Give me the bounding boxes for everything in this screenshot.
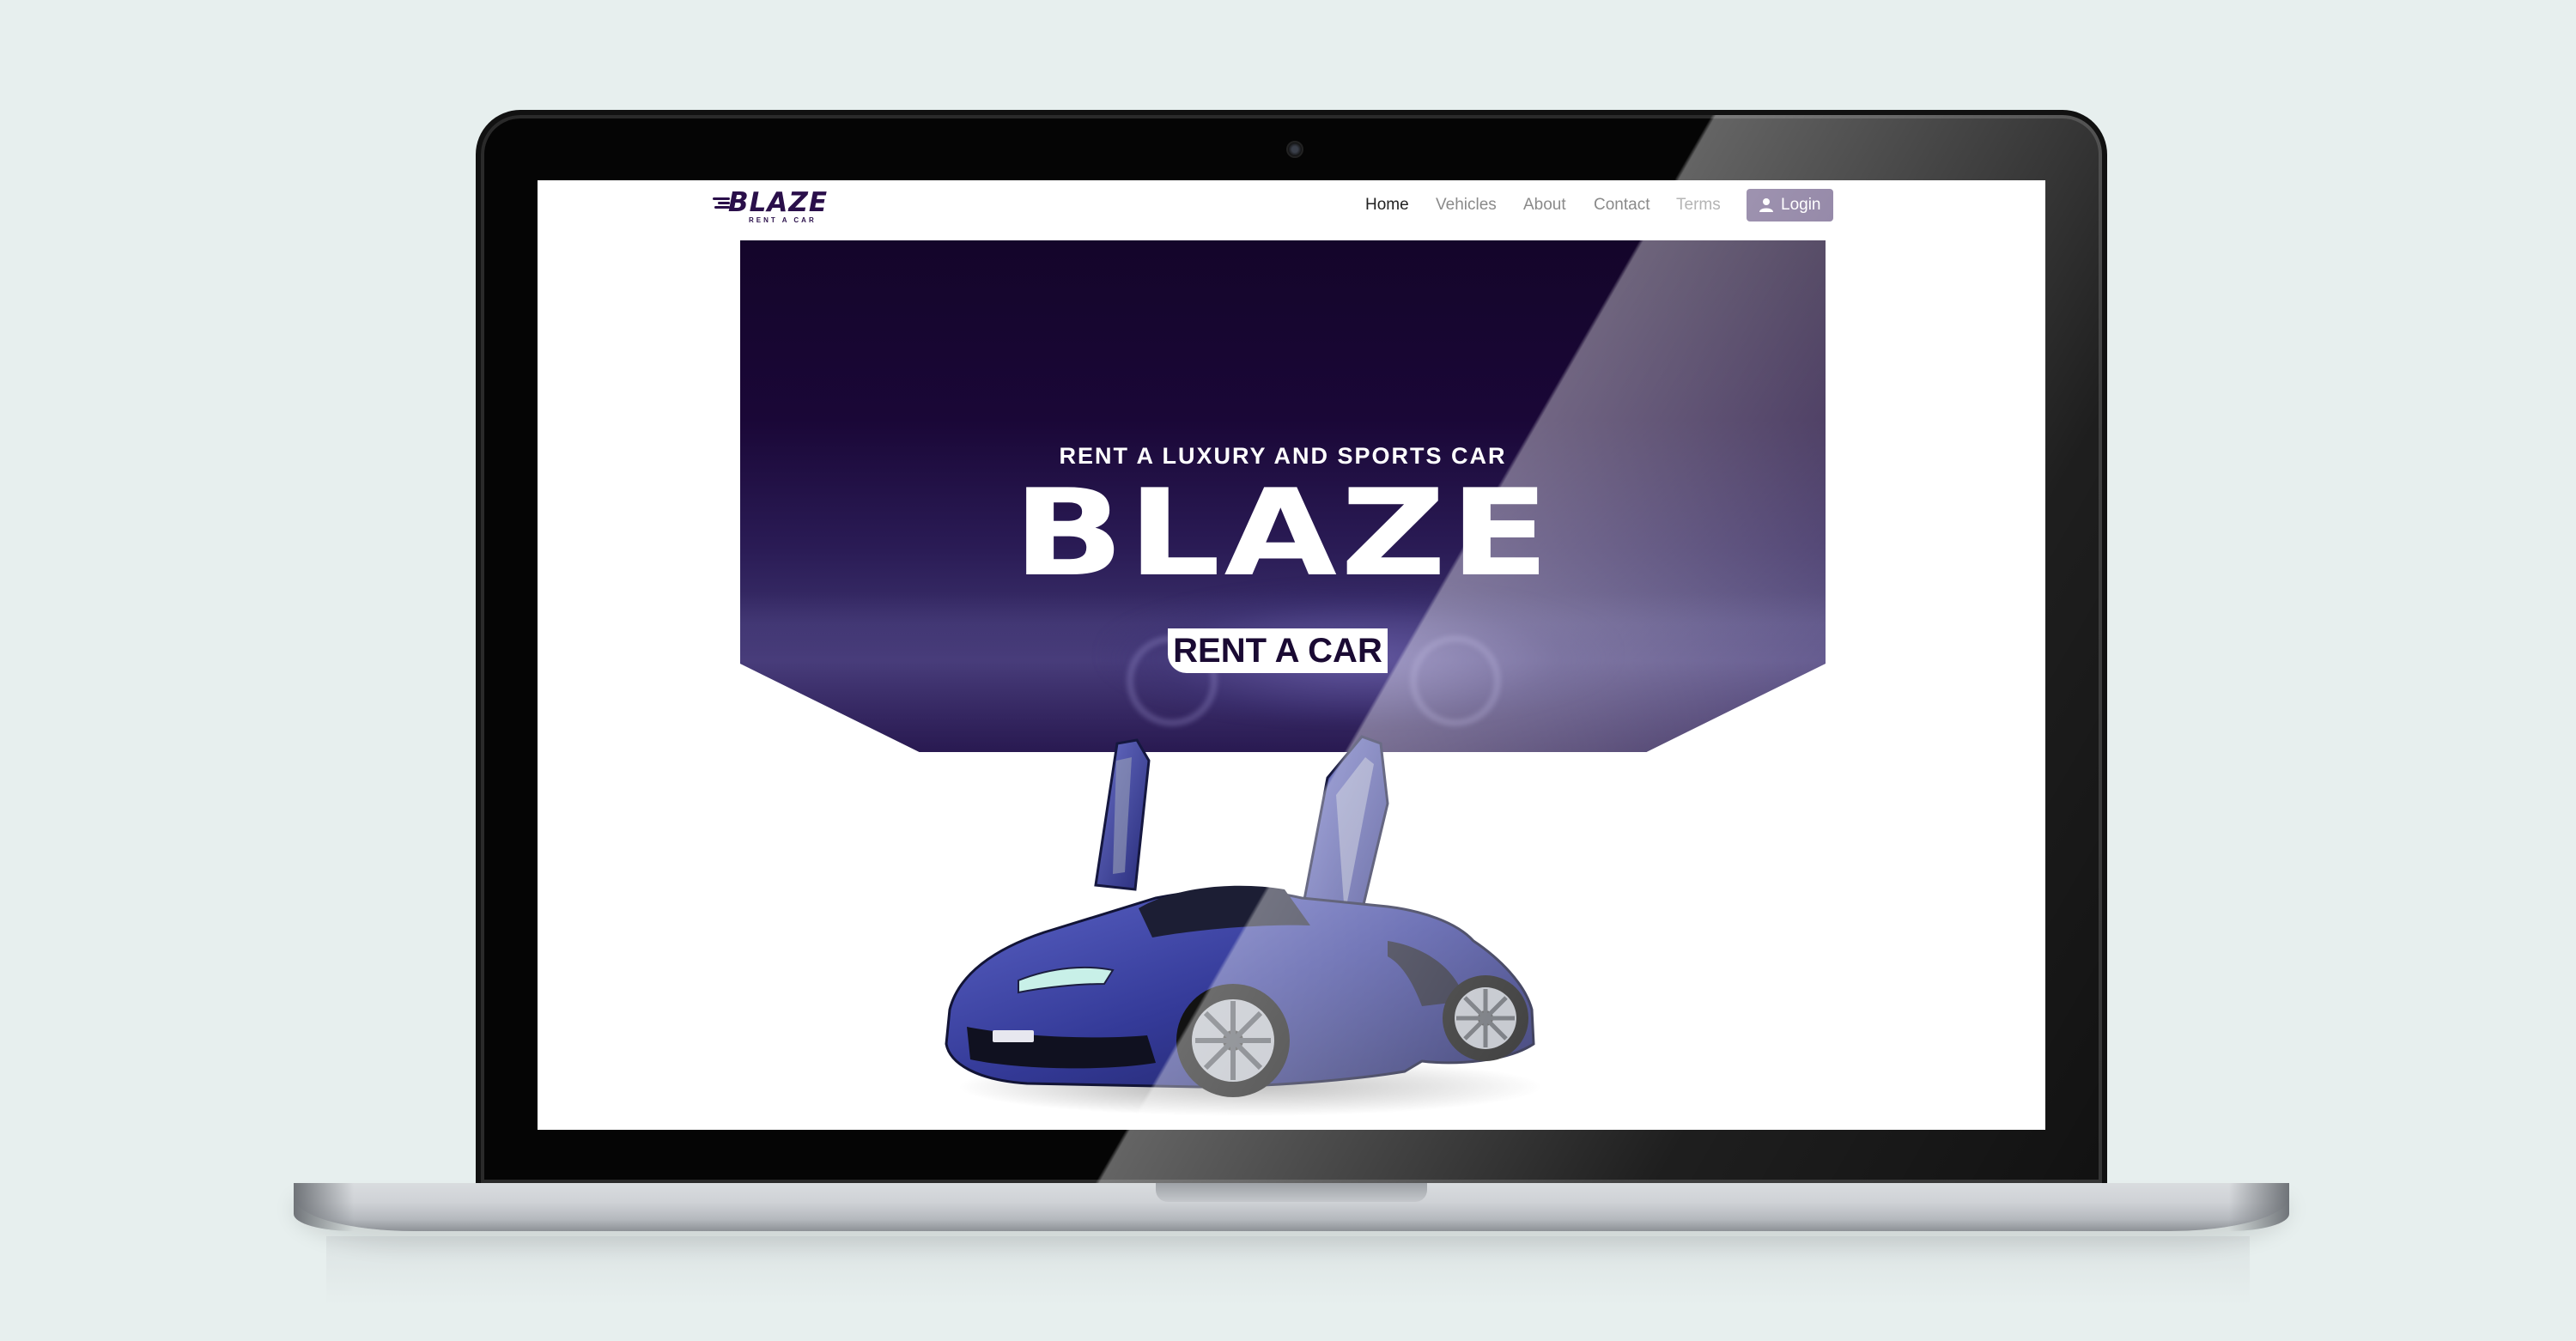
- nav-contact[interactable]: Contact: [1594, 196, 1649, 215]
- header-logo-tab: BLAZE RENT A CAR: [538, 180, 891, 240]
- website-screen: RENT A LUXURY AND SPORTS CAR BLAZE RENT …: [538, 180, 2045, 1130]
- logo-subtitle: RENT A CAR: [749, 216, 817, 224]
- user-icon: [1759, 198, 1773, 212]
- header-nav-tab: Home Vehicles About Contact Terms Login: [1321, 180, 2045, 240]
- login-label: Login: [1781, 196, 1821, 214]
- hero-title: BLAZE: [1012, 464, 1553, 604]
- laptop-reflection: [326, 1236, 2250, 1305]
- laptop-lid: RENT A LUXURY AND SPORTS CAR BLAZE RENT …: [481, 115, 2102, 1183]
- mockup-stage: RENT A LUXURY AND SPORTS CAR BLAZE RENT …: [0, 0, 2576, 1341]
- nav-about[interactable]: About: [1523, 196, 1566, 215]
- logo-wordmark: BLAZE: [728, 187, 829, 218]
- hero-banner: RENT A LUXURY AND SPORTS CAR BLAZE RENT …: [740, 240, 1826, 752]
- rear-wheel: [1443, 975, 1528, 1061]
- login-button[interactable]: Login: [1747, 189, 1833, 221]
- front-wheel: [1176, 984, 1290, 1097]
- trackpad-notch: [1156, 1183, 1427, 1202]
- hero-badge: RENT A CAR: [1168, 628, 1388, 673]
- camera-icon: [1286, 141, 1303, 158]
- nav-terms[interactable]: Terms: [1676, 196, 1721, 215]
- sports-car-image: [945, 735, 1542, 1116]
- hero-background-wheel: [1410, 635, 1501, 726]
- nav-vehicles[interactable]: Vehicles: [1436, 196, 1497, 215]
- nav-home[interactable]: Home: [1365, 196, 1409, 215]
- laptop-base: [294, 1183, 2289, 1231]
- brand-logo[interactable]: BLAZE RENT A CAR: [713, 189, 841, 227]
